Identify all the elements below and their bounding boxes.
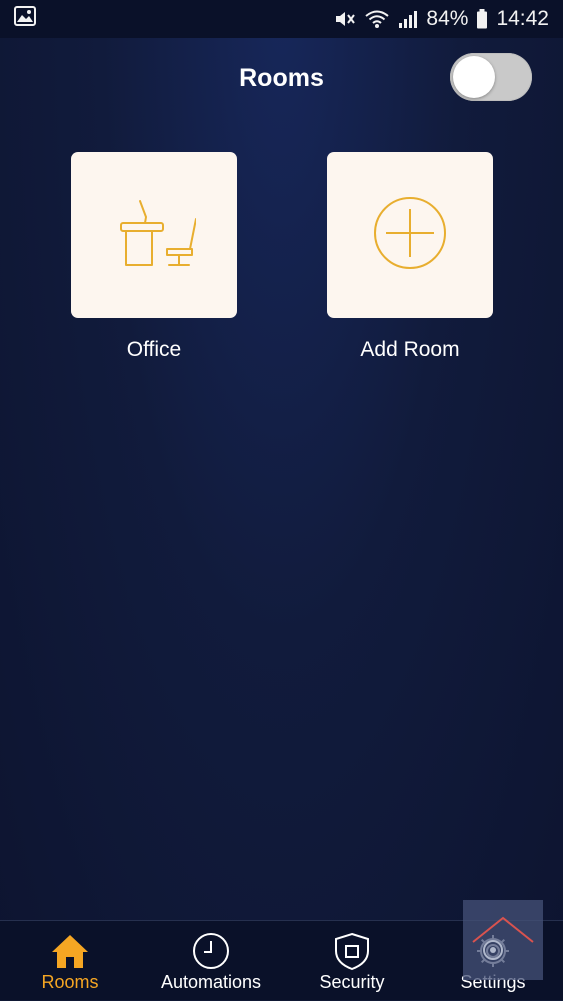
status-right: 84% 14:42 (334, 7, 549, 31)
home-icon (50, 931, 90, 971)
nav-tab-rooms[interactable]: Rooms (0, 921, 140, 1001)
nav-tab-automations[interactable]: Automations (141, 921, 281, 1001)
app-screen: 84% 14:42 Rooms Office Add Room Rooms Au… (0, 0, 563, 1000)
nav-label: Automations (160, 972, 262, 992)
room-label: Office (126, 338, 182, 361)
nav-tab-security[interactable]: Security (282, 921, 422, 1001)
header: Rooms (0, 40, 563, 116)
nav-label: Rooms (41, 972, 99, 992)
add-room-tile[interactable]: Add Room (327, 152, 493, 362)
signal-icon (398, 9, 418, 29)
mute-icon (334, 9, 356, 29)
image-icon (14, 6, 36, 32)
status-left (14, 6, 36, 32)
clock-time: 14:42 (496, 7, 549, 30)
battery-percent: 84% (426, 7, 469, 30)
clock-icon (191, 931, 231, 971)
master-toggle[interactable] (450, 53, 532, 101)
wifi-icon (364, 9, 390, 29)
room-label: Add Room (360, 338, 460, 361)
toggle-knob (453, 56, 495, 98)
room-card (71, 152, 237, 318)
battery-icon (476, 9, 488, 29)
shield-icon (332, 931, 372, 971)
room-card (327, 152, 493, 318)
office-desk-icon (112, 191, 197, 280)
nav-label: Security (319, 972, 385, 992)
add-circle-icon (372, 195, 448, 276)
room-tile-office[interactable]: Office (71, 152, 237, 362)
status-bar: 84% 14:42 (0, 0, 563, 38)
watermark-logo (463, 900, 543, 980)
